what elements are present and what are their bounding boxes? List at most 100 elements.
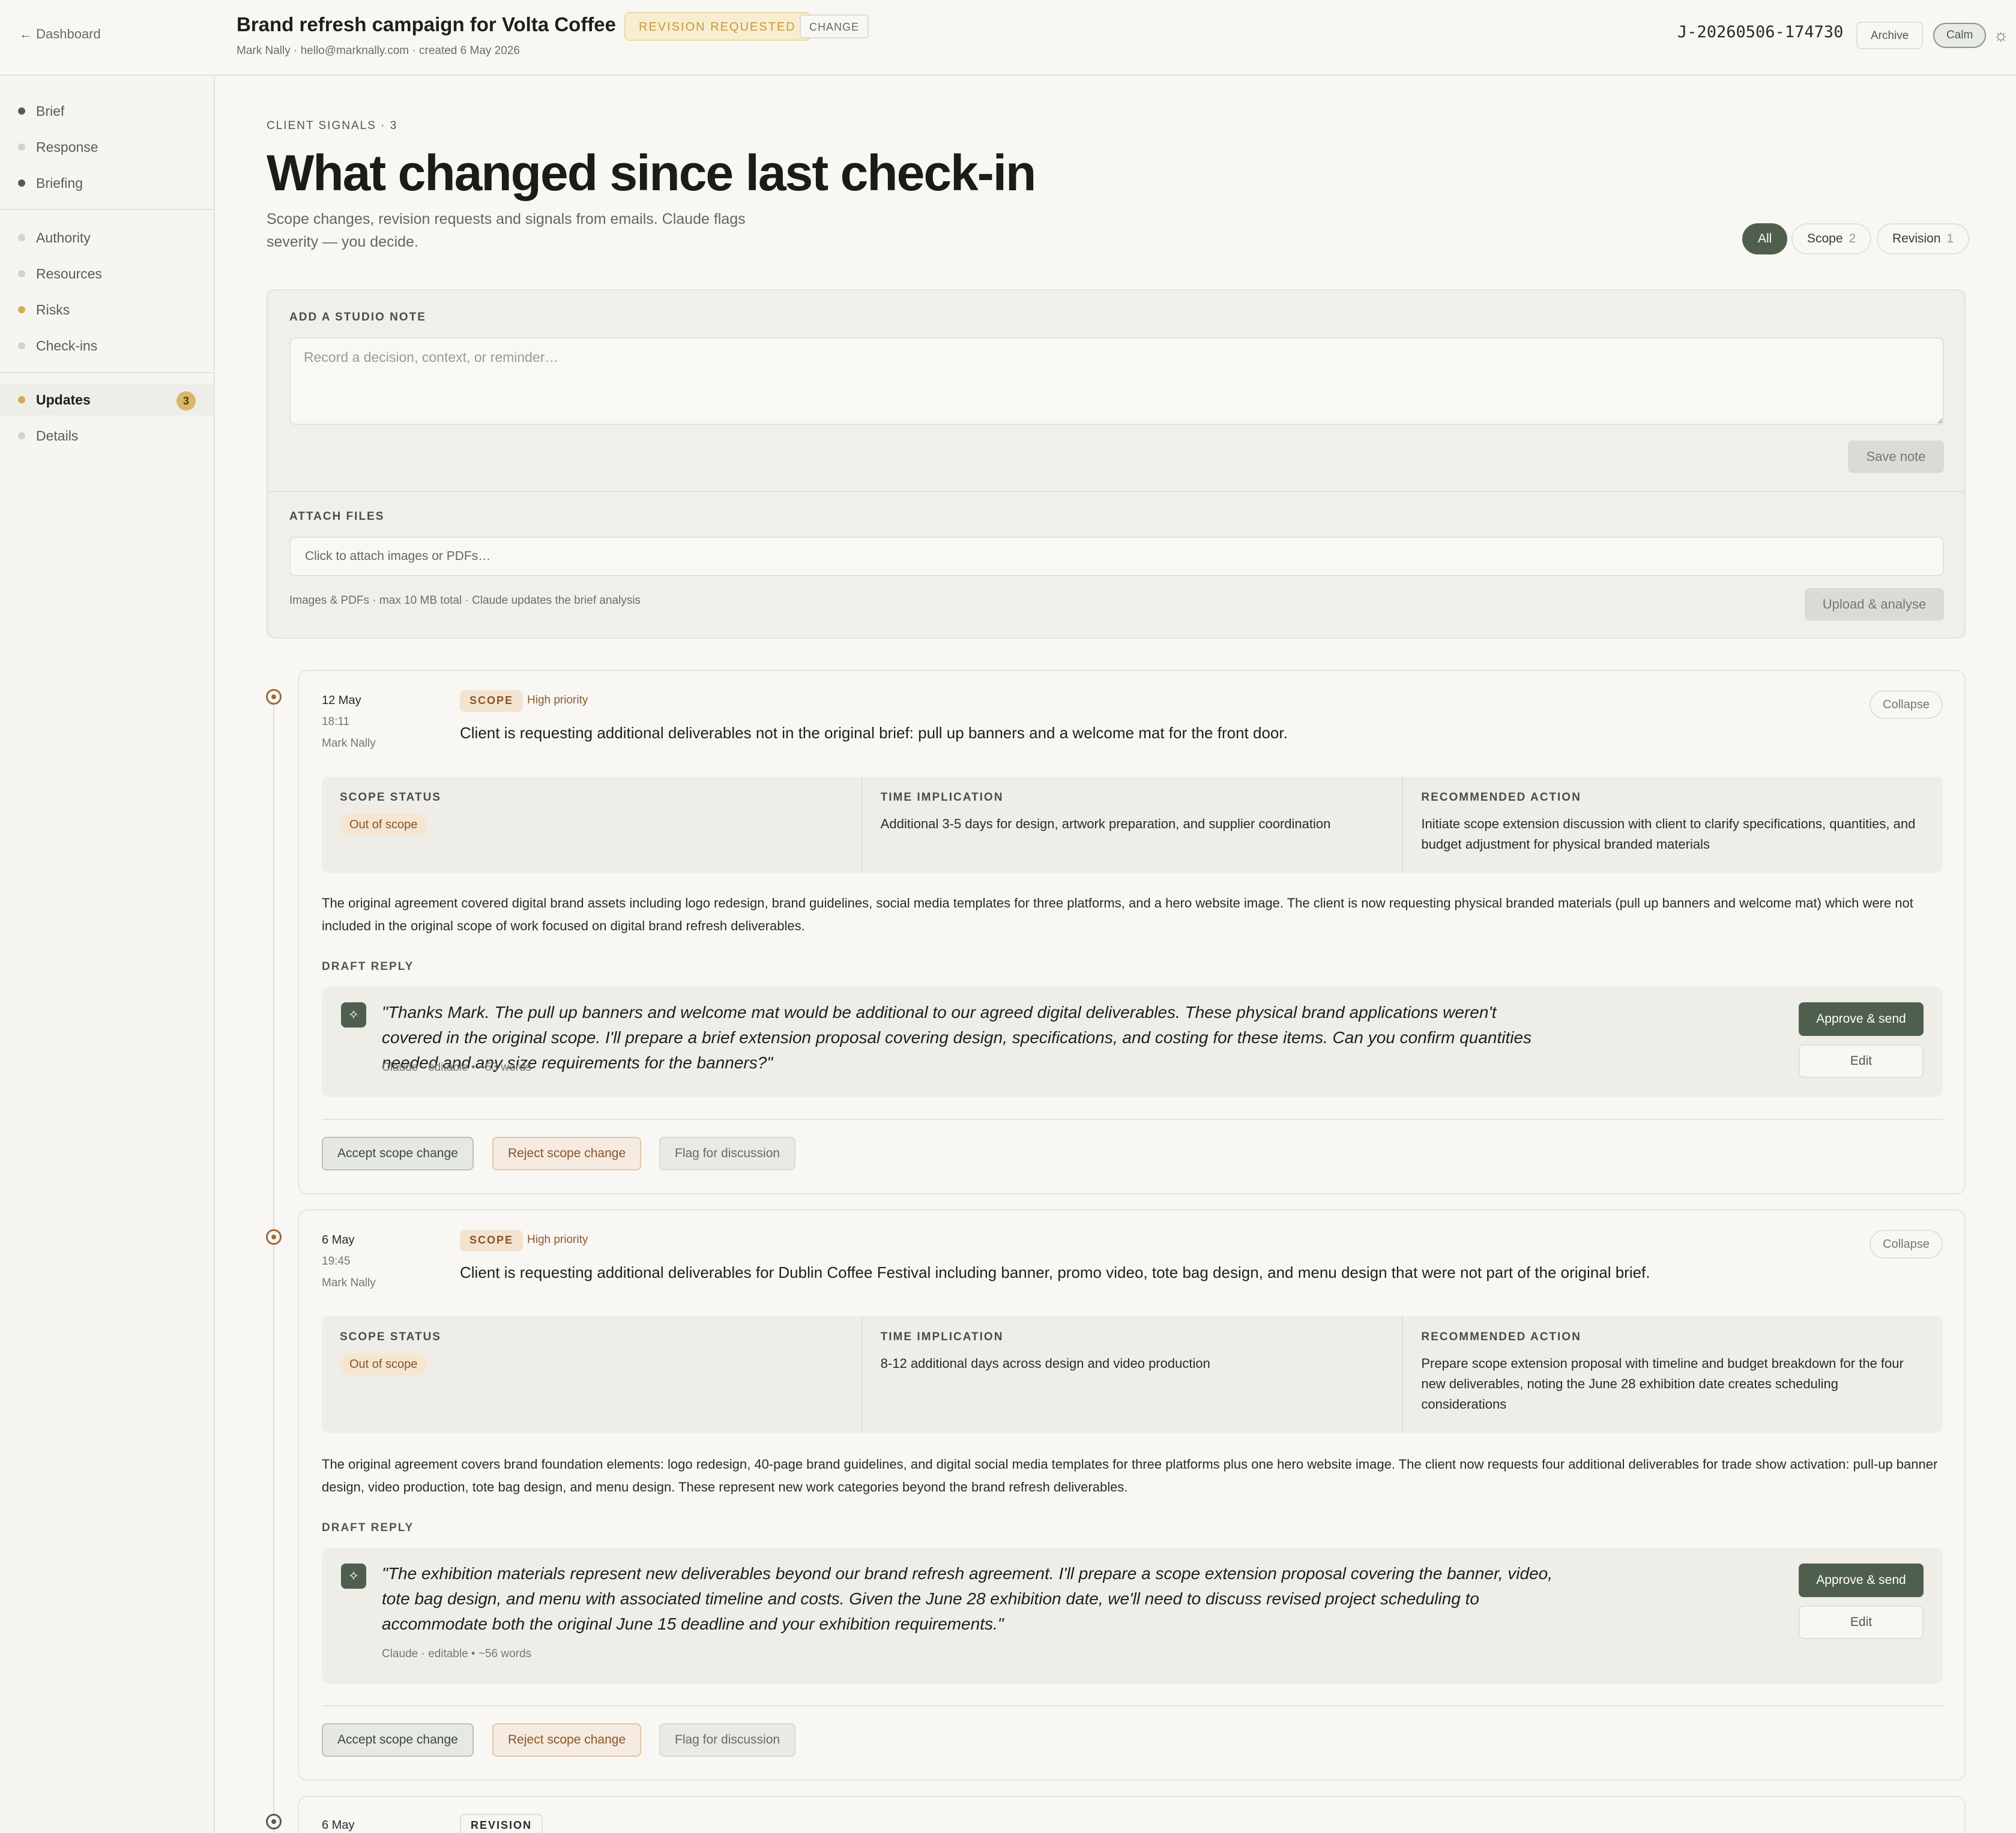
- recommended-action-value: Prepare scope extension proposal with ti…: [1421, 1356, 1904, 1412]
- filter-revision[interactable]: Revision 1: [1877, 223, 1970, 254]
- sidebar-item-risks[interactable]: Risks: [0, 294, 214, 325]
- accept-scope-change-button[interactable]: Accept scope change: [322, 1137, 474, 1170]
- draft-reply-box: ✧ "The exhibition materials represent ne…: [322, 1548, 1943, 1684]
- update-date: 12 May: [322, 694, 361, 707]
- upload-analyse-button[interactable]: Upload & analyse: [1805, 588, 1944, 621]
- approve-send-button[interactable]: Approve & send: [1799, 1564, 1924, 1597]
- status-dot: [18, 396, 25, 403]
- filter-label: Revision: [1892, 232, 1941, 245]
- filter-label: Scope: [1807, 232, 1843, 245]
- mode-toggle[interactable]: Calm: [1933, 23, 1987, 48]
- status-dot: [18, 143, 25, 151]
- page-title: What changed since last check-in: [267, 145, 1036, 201]
- filter-count: 2: [1849, 232, 1856, 245]
- status-dot: [18, 342, 25, 349]
- filter-all[interactable]: All: [1742, 223, 1788, 254]
- edit-draft-button[interactable]: Edit: [1799, 1606, 1924, 1639]
- status-dot: [18, 234, 25, 241]
- reject-scope-change-button[interactable]: Reject scope change: [492, 1723, 642, 1757]
- cell-label: TIME IMPLICATION: [880, 1331, 1004, 1343]
- sparkle-icon: ✧: [341, 1002, 366, 1028]
- update-date: 6 May: [322, 1233, 355, 1247]
- approve-send-button[interactable]: Approve & send: [1799, 1002, 1924, 1036]
- sidebar-item-label: Response: [36, 139, 98, 155]
- timeline-line: [273, 695, 274, 1833]
- collapse-button[interactable]: Collapse: [1870, 1230, 1943, 1259]
- timeline-marker: [266, 689, 282, 705]
- composer-divider: [268, 491, 1964, 492]
- filter-scope[interactable]: Scope 2: [1791, 223, 1872, 254]
- draft-reply-label: DRAFT REPLY: [322, 960, 414, 973]
- scope-status-cell: SCOPE STATUS Out of scope: [322, 777, 863, 873]
- sparkle-icon: ✧: [341, 1564, 366, 1589]
- timeline-marker: [266, 1229, 282, 1245]
- save-note-button[interactable]: Save note: [1848, 441, 1944, 473]
- update-author: Mark Nally: [322, 1277, 376, 1289]
- collapse-button[interactable]: Collapse: [1870, 690, 1943, 719]
- time-implication-value: 8-12 additional days across design and v…: [880, 1356, 1210, 1371]
- archive-button[interactable]: Archive: [1856, 22, 1924, 49]
- reject-scope-change-button[interactable]: Reject scope change: [492, 1137, 642, 1170]
- draft-reply-text[interactable]: "Thanks Mark. The pull up banners and we…: [382, 1000, 1559, 1076]
- filter-count: 1: [1946, 232, 1954, 245]
- filter-label: All: [1758, 232, 1772, 245]
- sidebar-item-check-ins[interactable]: Check-ins: [0, 330, 214, 361]
- sidebar-item-briefing[interactable]: Briefing: [0, 167, 214, 199]
- sidebar-item-authority[interactable]: Authority: [0, 222, 214, 253]
- draft-meta: Claude · editable • ~56 words: [382, 1648, 532, 1660]
- recommended-action-value: Initiate scope extension discussion with…: [1421, 816, 1916, 852]
- attach-files-dropzone[interactable]: Click to attach images or PDFs…: [289, 537, 1944, 576]
- sidebar-item-updates[interactable]: Updates 3: [0, 384, 214, 415]
- card-divider: [322, 1119, 1943, 1120]
- draft-meta: Claude · editable • ~53 words: [382, 1061, 532, 1074]
- sidebar-divider: [0, 372, 214, 373]
- status-dot: [18, 306, 25, 313]
- job-id: J-20260506-174730: [1677, 23, 1844, 41]
- accept-scope-change-button[interactable]: Accept scope change: [322, 1723, 474, 1757]
- timeline-marker: [266, 1814, 282, 1829]
- time-implication-value: Additional 3-5 days for design, artwork …: [880, 816, 1331, 831]
- sidebar-divider: [0, 209, 214, 210]
- back-to-dashboard-link[interactable]: ← Dashboard: [19, 26, 101, 42]
- attach-section-label: ATTACH FILES: [289, 510, 385, 523]
- sidebar-item-label: Risks: [36, 302, 70, 318]
- scope-status-cell: SCOPE STATUS Out of scope: [322, 1316, 863, 1433]
- flag-for-discussion-button[interactable]: Flag for discussion: [659, 1723, 796, 1757]
- job-title: Brand refresh campaign for Volta Coffee: [237, 13, 617, 35]
- status-dot: [18, 179, 25, 187]
- sun-icon[interactable]: ☼: [1993, 26, 2009, 44]
- sidebar-item-label: Details: [36, 428, 79, 444]
- sidebar-item-response[interactable]: Response: [0, 131, 214, 163]
- cell-label: RECOMMENDED ACTION: [1421, 1331, 1581, 1343]
- status-badge: REVISION REQUESTED: [624, 12, 810, 41]
- update-card: 12 May 18:11 Mark Nally SCOPE High prior…: [298, 670, 1966, 1194]
- draft-reply-box: ✧ "Thanks Mark. The pull up banners and …: [322, 987, 1943, 1097]
- update-date: 6 May: [322, 1819, 355, 1832]
- page-intro: Scope changes, revision requests and sig…: [267, 211, 746, 250]
- sidebar-item-label: Authority: [36, 230, 91, 245]
- update-card: 6 May 19:45 Mark Nally SCOPE High priori…: [298, 1209, 1966, 1781]
- update-explanation: The original agreement covers brand foun…: [322, 1457, 1938, 1494]
- studio-note-composer: ADD A STUDIO NOTE Save note ATTACH FILES…: [267, 289, 1966, 639]
- studio-note-input[interactable]: [289, 337, 1944, 425]
- flag-for-discussion-button[interactable]: Flag for discussion: [659, 1137, 796, 1170]
- scope-summary-grid: SCOPE STATUS Out of scope TIME IMPLICATI…: [322, 777, 1943, 873]
- draft-reply-text[interactable]: "The exhibition materials represent new …: [382, 1561, 1559, 1637]
- status-dot: [18, 107, 25, 115]
- edit-draft-button[interactable]: Edit: [1799, 1044, 1924, 1078]
- priority-label: High priority: [527, 1233, 588, 1246]
- cell-label: SCOPE STATUS: [340, 791, 441, 804]
- scope-summary-grid: SCOPE STATUS Out of scope TIME IMPLICATI…: [322, 1316, 1943, 1433]
- sidebar-item-brief[interactable]: Brief: [0, 95, 214, 127]
- recommended-action-cell: RECOMMENDED ACTION Prepare scope extensi…: [1403, 1316, 1943, 1433]
- sidebar-item-label: Brief: [36, 103, 65, 119]
- sidebar-item-label: Check-ins: [36, 338, 98, 354]
- update-author: Mark Nally: [322, 737, 376, 750]
- cell-label: SCOPE STATUS: [340, 1331, 441, 1343]
- change-status-button[interactable]: CHANGE: [800, 14, 869, 38]
- update-type-tag: SCOPE: [460, 690, 524, 712]
- cell-label: TIME IMPLICATION: [880, 791, 1004, 804]
- sidebar-item-label: Updates: [36, 392, 91, 408]
- sidebar-item-details[interactable]: Details: [0, 420, 214, 451]
- sidebar-item-resources[interactable]: Resources: [0, 258, 214, 289]
